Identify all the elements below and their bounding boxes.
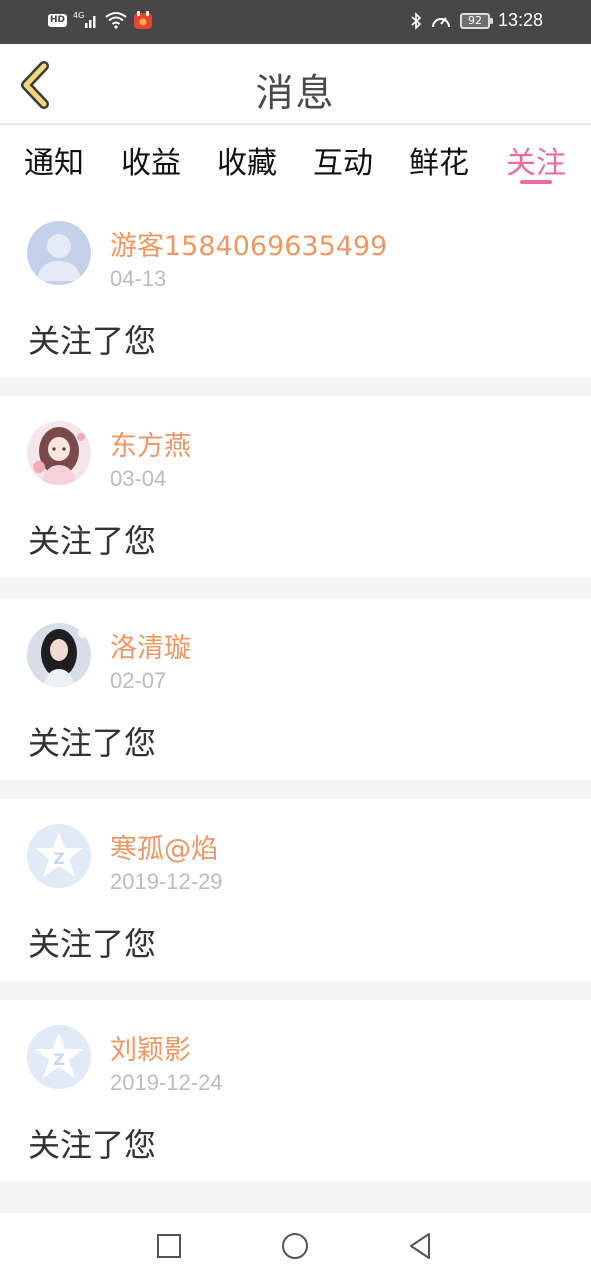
app-header: 消息 [0,44,591,125]
svg-text:Z: Z [53,1050,65,1069]
username[interactable]: 寒孤@焰 [110,827,218,866]
screen: HD 4G 92 13:28 消息 通知 收益 收藏 互动 鲜花 关注 游客15… [0,0,591,1280]
default-user-avatar-icon[interactable] [27,221,91,285]
tab-flowers[interactable]: 鲜花 [404,138,474,182]
tab-earnings[interactable]: 收益 [116,138,186,182]
username[interactable]: 洛清璇 [110,626,191,665]
hd-icon: HD [48,13,68,27]
message-date: 03-04 [110,466,167,491]
active-tab-indicator [520,180,552,184]
message-tabs: 通知 收益 收藏 互动 鲜花 关注 [0,126,591,198]
system-navigation-bar [0,1213,591,1280]
message-date: 2019-12-29 [110,869,223,894]
message-text: 关注了您 [28,1126,157,1164]
home-circle-icon[interactable] [280,1231,310,1261]
qq-zone-avatar-icon[interactable]: Z [27,1025,91,1089]
tab-favorites[interactable]: 收藏 [212,138,282,182]
username[interactable]: 游客1584069635499 [110,224,387,263]
status-left: HD 4G [48,10,153,30]
back-triangle-icon[interactable] [405,1231,435,1261]
message-item[interactable]: 东方燕 03-04 关注了您 [0,396,591,578]
message-text: 关注了您 [28,522,157,560]
message-item[interactable]: Z 寒孤@焰 2019-12-29 关注了您 [0,799,591,981]
message-item[interactable]: 洛清璇 02-07 关注了您 [0,598,591,780]
app-notification-icon [134,11,153,29]
signal-icon: 4G [73,11,96,28]
status-bar: HD 4G 92 13:28 [0,0,591,44]
message-item[interactable]: Z 刘颖影 2019-12-24 关注了您 [0,1000,591,1182]
page-title: 消息 [255,71,336,115]
clock: 13:28 [497,10,543,30]
recent-apps-square-icon[interactable] [154,1231,184,1261]
username[interactable]: 刘颖影 [110,1028,191,1067]
network-type-label: 4G [73,11,84,20]
svg-text:Z: Z [53,849,65,868]
message-date: 2019-12-24 [110,1070,223,1095]
message-text: 关注了您 [28,724,157,762]
username[interactable]: 东方燕 [110,424,191,463]
wifi-icon [105,12,127,29]
tab-notifications[interactable]: 通知 [19,138,89,182]
message-date: 04-13 [110,266,167,291]
photo-girl-avatar-icon[interactable] [27,623,91,687]
anime-girl-avatar-icon[interactable] [27,421,91,485]
speed-meter-icon [431,16,450,27]
qq-zone-avatar-icon[interactable]: Z [27,824,91,888]
battery-icon: 92 [459,12,493,29]
bluetooth-icon [411,11,422,30]
message-item[interactable]: 游客1584069635499 04-13 关注了您 [0,196,591,378]
tab-interactions[interactable]: 互动 [308,138,378,182]
message-text: 关注了您 [28,925,157,963]
message-date: 02-07 [110,668,167,693]
message-text: 关注了您 [28,322,157,360]
status-right: 92 13:28 [410,10,543,31]
tab-follows[interactable]: 关注 [501,138,571,182]
